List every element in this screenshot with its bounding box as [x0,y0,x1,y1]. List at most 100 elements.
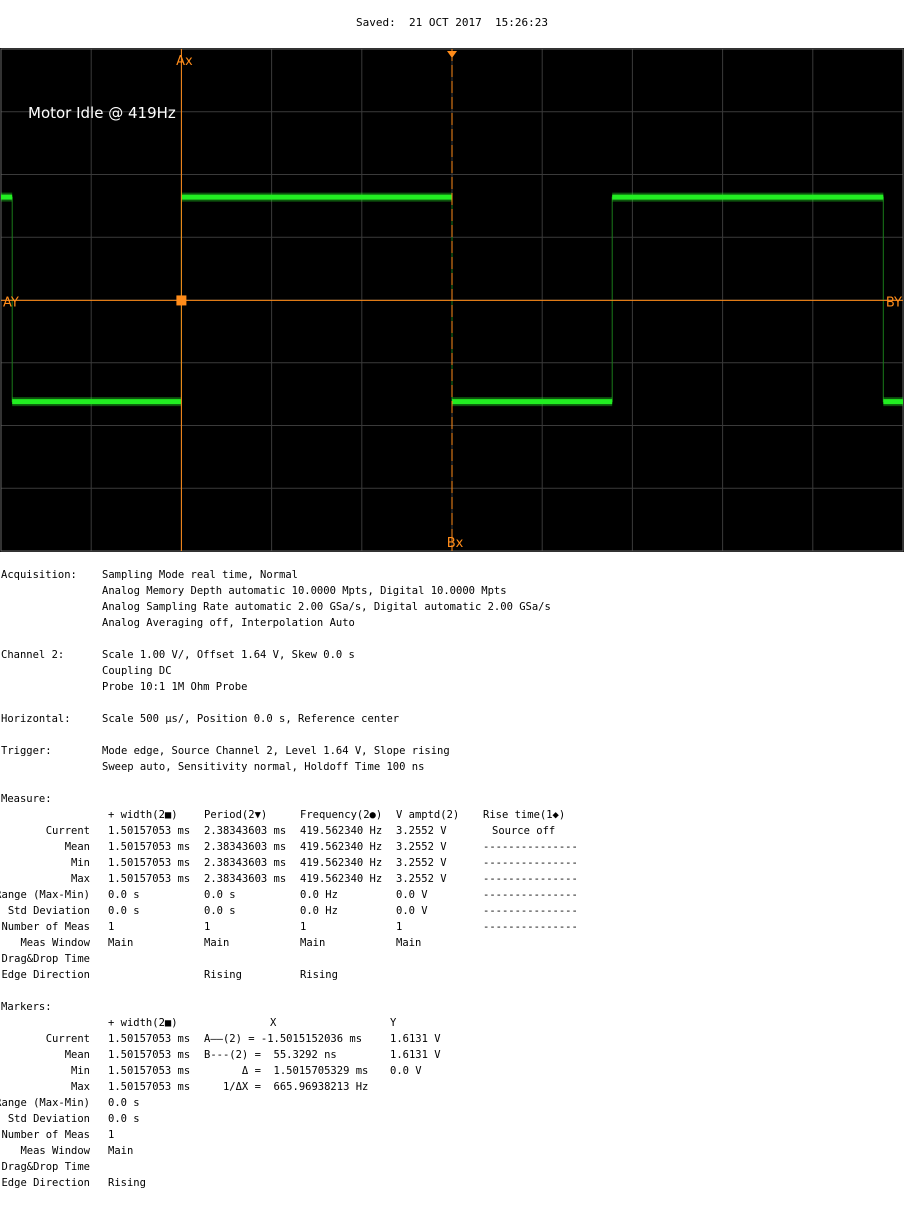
waveform-label: Motor Idle @ 419Hz [28,104,176,122]
saved-timestamp: Saved: 21 OCT 2017 15:26:23 [355,16,549,29]
markers-y-cell: 0.0 V [390,1065,422,1077]
measure-row-label: Edge Direction [1,969,90,981]
markers-width-cell: Main [108,1145,134,1157]
measure-cell: 0.0 V [396,889,428,901]
section-label: Horizontal: [1,713,71,725]
measure-row-label: Std Deviation [7,905,90,917]
measure-cell: --------------- [483,857,578,869]
measure-cell: Main [300,937,326,949]
section-line: Coupling DC [102,665,172,677]
measure-cell: 3.2552 V [396,825,447,837]
measure-cell: 2.38343603 ms [204,857,287,869]
markers-width-cell: Rising [108,1177,146,1189]
section-line: Probe 10:1 1M Ohm Probe [102,681,248,693]
measure-cell: 1 [300,921,307,933]
measure-header: Period(2▼) [204,809,268,821]
markers-width-cell: 1.50157053 ms [108,1065,191,1077]
measure-cell: --------------- [483,905,578,917]
markers-header: Y [390,1017,397,1029]
cursor-bx-label: Bx [447,536,464,551]
markers-x-cell: B---(2) = 55.3292 ns [204,1049,337,1061]
measure-cell: 2.38343603 ms [204,825,287,837]
measure-cell: 0.0 V [396,905,428,917]
cursor-by-label: BY [886,295,902,310]
measure-cell: 0.0 Hz [300,889,338,901]
markers-header: X [270,1017,277,1029]
section-line: Scale 1.00 V/, Offset 1.64 V, Skew 0.0 s [102,649,355,661]
markers-width-cell: 1 [108,1129,115,1141]
markers-header: + width(2■) [108,1017,178,1029]
oscilloscope-display: Ax Bx AY BY Motor Idle @ 419Hz [0,48,904,552]
measure-cell: 2.38343603 ms [204,841,287,853]
measure-cell: --------------- [483,889,578,901]
measure-header: V amptd(2) [396,809,460,821]
measure-cell: Rising [300,969,338,981]
markers-width-cell: 1.50157053 ms [108,1049,191,1061]
measure-cell: 0.0 Hz [300,905,338,917]
section-line: Analog Averaging off, Interpolation Auto [102,617,355,629]
section-line: Sweep auto, Sensitivity normal, Holdoff … [102,761,425,773]
measure-cell: 1.50157053 ms [108,825,191,837]
measure-cell: 419.562340 Hz [300,857,383,869]
markers-width-cell: 1.50157053 ms [108,1033,191,1045]
section-label: Channel 2: [1,649,65,661]
measure-cell: Main [108,937,134,949]
measure-cell: --------------- [483,921,578,933]
markers-x-cell: 1/ΔX = 665.96938213 Hz [204,1081,369,1093]
markers-row-label: Drag&Drop Time [1,1161,90,1173]
measure-cell: 0.0 s [204,889,236,901]
measure-row-label: Range (Max-Min) [0,889,90,901]
markers-row-label: Edge Direction [1,1177,90,1189]
markers-row-label: Max [71,1081,90,1093]
measure-cell: 1 [204,921,211,933]
markers-row-label: Current [45,1033,90,1045]
cursor-intersection-marker [176,295,187,306]
markers-row-label: Std Deviation [7,1113,90,1125]
measure-row-label: Current [45,825,90,837]
measure-cell: 3.2552 V [396,873,447,885]
markers-x-cell: A——(2) = -1.5015152036 ms [204,1033,363,1045]
section-line: Analog Memory Depth automatic 10.0000 Mp… [102,585,507,597]
markers-label: Markers: [1,1001,52,1013]
markers-row-label: Number of Meas [1,1129,90,1141]
markers-x-cell: Δ = 1.5015705329 ms [204,1065,369,1077]
measure-cell: Rising [204,969,242,981]
markers-row-label: Range (Max-Min) [0,1097,90,1109]
markers-y-cell: 1.6131 V [390,1049,441,1061]
measure-row-label: Number of Meas [1,921,90,933]
measure-cell: 1 [396,921,403,933]
measure-row-label: Drag&Drop Time [1,953,90,965]
measure-header: Rise time(1◆) [483,809,566,821]
measure-cell: 1 [108,921,115,933]
markers-row-label: Mean [64,1049,90,1061]
markers-width-cell: 1.50157053 ms [108,1081,191,1093]
measure-cell: Main [204,937,230,949]
measure-cell: 419.562340 Hz [300,873,383,885]
measure-row-label: Min [71,857,90,869]
section-label: Trigger: [1,745,52,757]
measure-label: Measure: [1,793,52,805]
section-line: Mode edge, Source Channel 2, Level 1.64 … [102,745,450,757]
measure-cell: 1.50157053 ms [108,873,191,885]
measure-cell: 1.50157053 ms [108,841,191,853]
measure-cell: Main [396,937,422,949]
measure-header: + width(2■) [108,809,178,821]
markers-row-label: Meas Window [20,1145,90,1157]
markers-width-cell: 0.0 s [108,1097,140,1109]
measure-row-label: Mean [64,841,90,853]
measure-cell: Source off [492,825,556,837]
measure-row-label: Meas Window [20,937,90,949]
cursor-ay-label: AY [3,295,19,310]
cursor-ax-label: Ax [176,54,193,69]
measure-cell: 0.0 s [204,905,236,917]
measure-row-label: Max [71,873,90,885]
section-label: Acquisition: [1,569,77,581]
markers-y-cell: 1.6131 V [390,1033,441,1045]
measure-cell: --------------- [483,873,578,885]
measure-cell: 0.0 s [108,889,140,901]
measure-cell: --------------- [483,841,578,853]
markers-width-cell: 0.0 s [108,1113,140,1125]
measure-cell: 419.562340 Hz [300,841,383,853]
measure-cell: 3.2552 V [396,841,447,853]
section-line: Scale 500 µs/, Position 0.0 s, Reference… [102,713,400,725]
